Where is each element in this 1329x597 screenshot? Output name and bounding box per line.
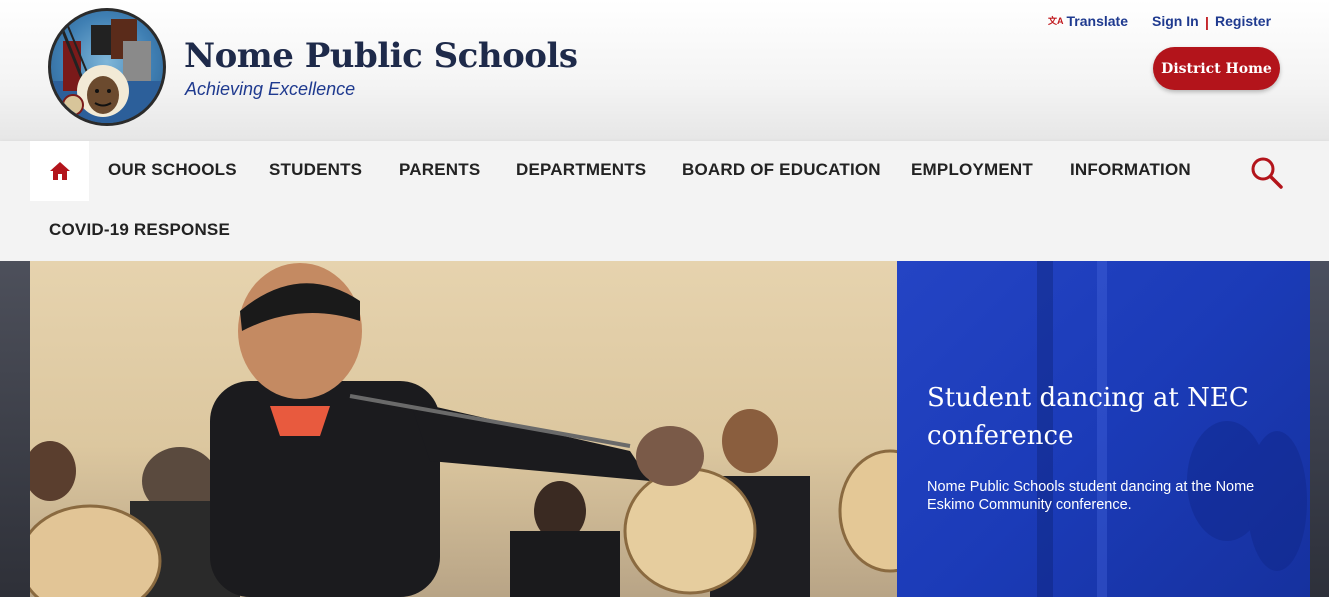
hero-caption-panel: Student dancing at NEC conference Nome P… (897, 261, 1310, 597)
sign-in-link[interactable]: Sign In (1152, 13, 1199, 29)
hero-left-edge (0, 261, 30, 597)
search-icon (1251, 157, 1283, 189)
nav-covid-19-response[interactable]: COVID-19 RESPONSE (49, 220, 230, 240)
district-home-button[interactable]: District Home (1153, 47, 1280, 90)
register-link[interactable]: Register (1215, 13, 1271, 29)
nav-board-of-education[interactable]: BOARD OF EDUCATION (682, 160, 881, 180)
district-logo[interactable] (48, 8, 166, 126)
site-title[interactable]: Nome Public Schools (184, 36, 578, 76)
hero-right-edge (1310, 261, 1329, 597)
home-icon (49, 162, 70, 180)
site-header: Nome Public Schools Achieving Excellence… (0, 0, 1329, 141)
translate-icon: 文A (1048, 16, 1064, 26)
nav-information[interactable]: INFORMATION (1070, 160, 1191, 180)
hero-image (30, 261, 897, 597)
nav-employment[interactable]: EMPLOYMENT (911, 160, 1033, 180)
translate-label: Translate (1066, 13, 1128, 29)
main-nav: OUR SCHOOLS STUDENTS PARENTS DEPARTMENTS… (0, 141, 1329, 261)
nav-departments[interactable]: DEPARTMENTS (516, 160, 646, 180)
utility-separator: | (1205, 14, 1209, 30)
site-tagline: Achieving Excellence (185, 79, 356, 99)
home-button[interactable] (30, 141, 89, 201)
search-button[interactable] (1249, 155, 1285, 191)
nav-students[interactable]: STUDENTS (269, 160, 362, 180)
nav-parents[interactable]: PARENTS (399, 160, 480, 180)
nav-our-schools[interactable]: OUR SCHOOLS (108, 160, 237, 180)
hero-caption-title[interactable]: Student dancing at NEC conference (927, 379, 1287, 455)
translate-link[interactable]: 文A Translate (1048, 13, 1128, 29)
hero-caption-text: Nome Public Schools student dancing at t… (927, 479, 1255, 513)
